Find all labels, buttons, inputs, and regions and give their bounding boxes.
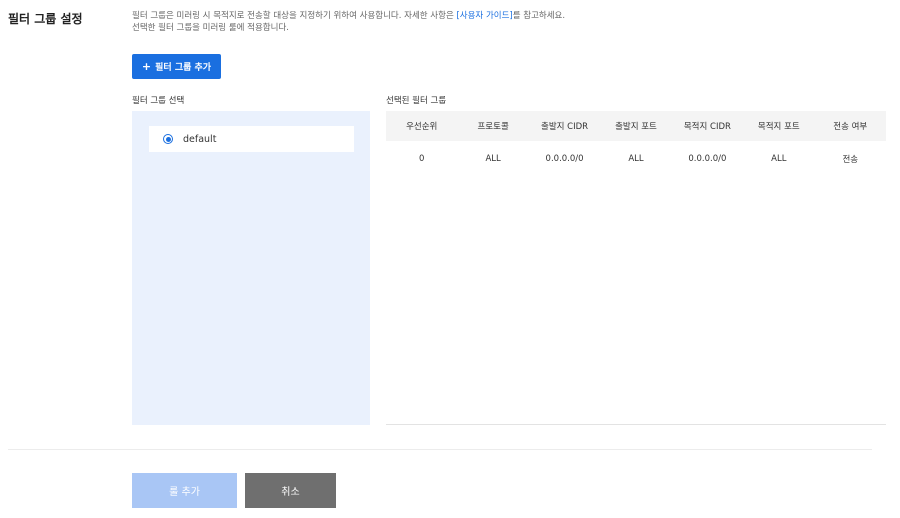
filter-group-name: default bbox=[183, 133, 217, 145]
column-header-protocol: 프로토콜 bbox=[477, 122, 509, 132]
table-row: 0 ALL 0.0.0.0/0 ALL 0.0.0.0/0 ALL 전송 bbox=[386, 141, 886, 177]
cell-protocol: ALL bbox=[485, 154, 501, 164]
add-rule-button[interactable]: 룰 추가 bbox=[132, 473, 237, 508]
cell-priority: 0 bbox=[419, 154, 425, 164]
column-header-source-port: 출발지 포트 bbox=[615, 122, 657, 132]
plus-icon: + bbox=[141, 60, 152, 73]
selected-filter-group-table: 우선순위 프로토콜 출발지 CIDR 출발지 포트 목적지 CIDR 목적지 포… bbox=[386, 111, 886, 425]
add-filter-group-label: 필터 그룹 추가 bbox=[155, 63, 212, 73]
cell-source-port: ALL bbox=[628, 154, 644, 164]
section-title: 필터 그룹 설정 bbox=[8, 12, 83, 26]
table-header-row: 우선순위 프로토콜 출발지 CIDR 출발지 포트 목적지 CIDR 목적지 포… bbox=[386, 111, 886, 141]
add-filter-group-button[interactable]: + 필터 그룹 추가 bbox=[132, 54, 221, 79]
cancel-button[interactable]: 취소 bbox=[245, 473, 336, 508]
filter-group-select-label: 필터 그룹 선택 bbox=[132, 96, 185, 106]
column-header-destination-port: 목적지 포트 bbox=[757, 122, 800, 132]
column-header-destination-cidr: 목적지 CIDR bbox=[683, 122, 731, 132]
radio-dot bbox=[165, 136, 171, 142]
column-header-source-cidr: 출발지 CIDR bbox=[541, 122, 589, 132]
description-line-2: 선택한 필터 그룹을 미러링 룰에 적용합니다. bbox=[132, 23, 289, 33]
column-header-priority: 우선순위 bbox=[406, 122, 438, 132]
cell-destination-cidr: 0.0.0.0/0 bbox=[688, 154, 727, 164]
cell-destination-port: ALL bbox=[771, 154, 787, 164]
description-text: 필터 그룹은 미러링 시 목적지로 전송할 대상을 지정하기 위하여 사용합니다… bbox=[132, 11, 457, 21]
filter-group-item-default[interactable]: default bbox=[149, 126, 354, 152]
cell-transmit: 전송 bbox=[842, 155, 859, 165]
filter-group-list: default bbox=[132, 111, 370, 425]
description-text-end: 를 참고하세요. bbox=[512, 11, 566, 21]
description: 필터 그룹은 미러링 시 목적지로 전송할 대상을 지정하기 위하여 사용합니다… bbox=[132, 10, 565, 34]
selected-filter-group-label: 선택된 필터 그룹 bbox=[386, 96, 447, 106]
radio-selected-icon[interactable] bbox=[163, 134, 173, 144]
description-line-1: 필터 그룹은 미러링 시 목적지로 전송할 대상을 지정하기 위하여 사용합니다… bbox=[132, 10, 565, 22]
cell-source-cidr: 0.0.0.0/0 bbox=[545, 154, 584, 164]
column-header-transmit: 전송 여부 bbox=[833, 122, 868, 132]
divider bbox=[8, 449, 872, 450]
user-guide-link[interactable]: [사용자 가이드] bbox=[456, 11, 512, 21]
